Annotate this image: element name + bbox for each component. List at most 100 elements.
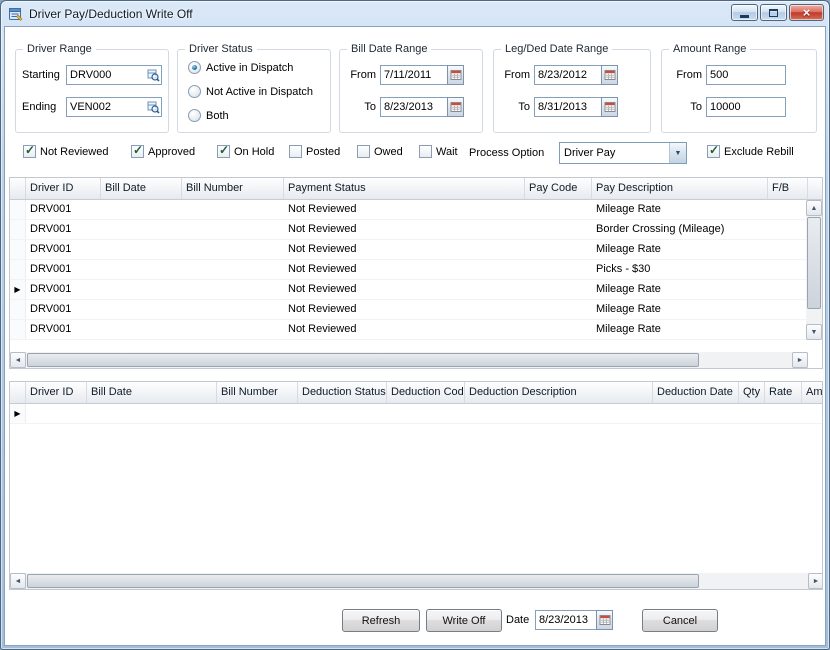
column-header-deduction-status[interactable]: Deduction Status xyxy=(298,382,387,403)
cell-pay-code[interactable] xyxy=(525,280,592,299)
checkbox-icon[interactable] xyxy=(131,145,144,158)
cell-driver-id[interactable] xyxy=(26,404,87,423)
checkbox-not-reviewed[interactable]: Not Reviewed xyxy=(23,144,108,159)
column-header-bill-date[interactable]: Bill Date xyxy=(87,382,217,403)
row-selector[interactable] xyxy=(10,320,26,339)
grid-row[interactable]: DRV001 Not Reviewed Border Crossing (Milea… xyxy=(10,220,808,240)
combo-dropdown-button[interactable]: ▼ xyxy=(669,143,686,163)
cell-bill-number[interactable] xyxy=(182,280,284,299)
checkbox-icon[interactable] xyxy=(23,145,36,158)
cell-payment-status[interactable]: Not Reviewed xyxy=(284,300,525,319)
cell-driver-id[interactable]: DRV001 xyxy=(26,320,101,339)
cell-f-b[interactable] xyxy=(768,260,808,279)
cell-f-b[interactable] xyxy=(768,300,808,319)
minimize-button[interactable] xyxy=(731,4,758,21)
checkbox-icon[interactable] xyxy=(289,145,302,158)
cell-bill-number[interactable] xyxy=(217,404,298,423)
cell-pay-description[interactable]: Mileage Rate xyxy=(592,280,768,299)
bill-date-from-input[interactable] xyxy=(380,65,448,85)
radio-not-active-in-dispatch[interactable]: Not Active in Dispatch xyxy=(188,84,313,99)
column-header-bill-date[interactable]: Bill Date xyxy=(101,178,182,199)
grid-row[interactable]: ▶ xyxy=(10,404,823,424)
column-header-amount[interactable]: Amount xyxy=(802,382,822,403)
cell-rate[interactable] xyxy=(765,404,802,423)
calendar-button[interactable] xyxy=(601,97,618,117)
cell-pay-code[interactable] xyxy=(525,260,592,279)
grid-row[interactable]: DRV001Not ReviewedMileage Rate xyxy=(10,240,808,260)
calendar-button[interactable] xyxy=(447,65,464,85)
write-off-date-input[interactable] xyxy=(535,610,597,630)
leg-ded-to-input[interactable] xyxy=(534,97,602,117)
refresh-button[interactable]: Refresh xyxy=(342,609,420,632)
cell-f-b[interactable] xyxy=(768,240,808,259)
column-header-driver-id[interactable]: Driver ID xyxy=(26,382,87,403)
cell-deduction-description[interactable] xyxy=(465,404,653,423)
row-selector[interactable] xyxy=(10,300,26,319)
cell-pay-code[interactable] xyxy=(525,320,592,339)
scroll-right-button[interactable]: ► xyxy=(792,352,808,368)
cell-bill-number[interactable] xyxy=(182,300,284,319)
cell-bill-date[interactable] xyxy=(101,320,182,339)
cell-bill-number[interactable] xyxy=(182,220,284,239)
grid-row[interactable]: DRV001Not ReviewedMileage Rate xyxy=(10,200,808,220)
write-off-button[interactable]: Write Off xyxy=(426,609,502,632)
column-header-bill-number[interactable]: Bill Number xyxy=(182,178,284,199)
cell-amount[interactable] xyxy=(802,404,823,423)
cell-pay-description[interactable]: Picks - $30 xyxy=(592,260,768,279)
scroll-left-button[interactable]: ◄ xyxy=(10,573,26,589)
radio-icon[interactable] xyxy=(188,85,201,98)
leg-ded-from-input[interactable] xyxy=(534,65,602,85)
checkbox-icon[interactable] xyxy=(217,145,230,158)
cell-pay-code[interactable] xyxy=(525,220,592,239)
lookup-icon[interactable] xyxy=(145,69,161,82)
column-header-deduction-date[interactable]: Deduction Date xyxy=(653,382,739,403)
scroll-right-button[interactable]: ► xyxy=(808,573,823,589)
row-selector[interactable] xyxy=(10,200,26,219)
scroll-down-button[interactable]: ▼ xyxy=(806,324,822,340)
lookup-icon[interactable] xyxy=(145,101,161,114)
grid-row[interactable]: ▶DRV001Not ReviewedMileage Rate xyxy=(10,280,808,300)
maximize-button[interactable] xyxy=(760,4,787,21)
radio-icon[interactable] xyxy=(188,61,201,74)
amount-to-input[interactable] xyxy=(706,97,786,117)
checkbox-on-hold[interactable]: On Hold xyxy=(217,144,274,159)
cell-pay-code[interactable] xyxy=(525,200,592,219)
process-option-select[interactable]: Driver Pay ▼ xyxy=(559,142,687,164)
column-header-pay-code[interactable]: Pay Code xyxy=(525,178,592,199)
cell-bill-date[interactable] xyxy=(101,240,182,259)
checkbox-icon[interactable] xyxy=(707,145,720,158)
cell-bill-number[interactable] xyxy=(182,200,284,219)
current-row-indicator[interactable]: ▶ xyxy=(10,280,26,299)
scroll-thumb[interactable] xyxy=(27,574,699,588)
column-header-payment-status[interactable]: Payment Status xyxy=(284,178,525,199)
cell-payment-status[interactable]: Not Reviewed xyxy=(284,220,525,239)
cell-pay-description[interactable]: Mileage Rate xyxy=(592,300,768,319)
radio-both[interactable]: Both xyxy=(188,108,313,123)
cell-bill-number[interactable] xyxy=(182,320,284,339)
checkbox-approved[interactable]: Approved xyxy=(131,144,195,159)
grid-row[interactable]: DRV001 Not Reviewed Mileage Rate xyxy=(10,320,808,340)
checkbox-icon[interactable] xyxy=(419,145,432,158)
cell-driver-id[interactable]: DRV001 xyxy=(26,240,101,259)
cell-pay-description[interactable]: Border Crossing (Mileage) xyxy=(592,220,768,239)
cell-pay-code[interactable] xyxy=(525,300,592,319)
cell-pay-description[interactable]: Mileage Rate xyxy=(592,240,768,259)
cell-driver-id[interactable]: DRV001 xyxy=(26,220,101,239)
current-row-indicator[interactable]: ▶ xyxy=(10,404,26,423)
pay-grid-hscrollbar[interactable]: ◄ ► xyxy=(10,352,808,368)
deduction-grid-hscrollbar[interactable]: ◄ ► xyxy=(10,573,823,589)
checkbox-icon[interactable] xyxy=(357,145,370,158)
cell-pay-description[interactable]: Mileage Rate xyxy=(592,320,768,339)
cell-bill-date[interactable] xyxy=(101,200,182,219)
column-header-pay-description[interactable]: Pay Description xyxy=(592,178,768,199)
cell-payment-status[interactable]: Not Reviewed xyxy=(284,320,525,339)
cell-bill-date[interactable] xyxy=(101,260,182,279)
cell-f-b[interactable] xyxy=(768,280,808,299)
cell-bill-date[interactable] xyxy=(101,300,182,319)
row-selector[interactable] xyxy=(10,240,26,259)
calendar-button[interactable] xyxy=(447,97,464,117)
cell-bill-date[interactable] xyxy=(87,404,217,423)
cell-bill-number[interactable] xyxy=(182,260,284,279)
cell-bill-number[interactable] xyxy=(182,240,284,259)
cell-pay-description[interactable]: Mileage Rate xyxy=(592,200,768,219)
